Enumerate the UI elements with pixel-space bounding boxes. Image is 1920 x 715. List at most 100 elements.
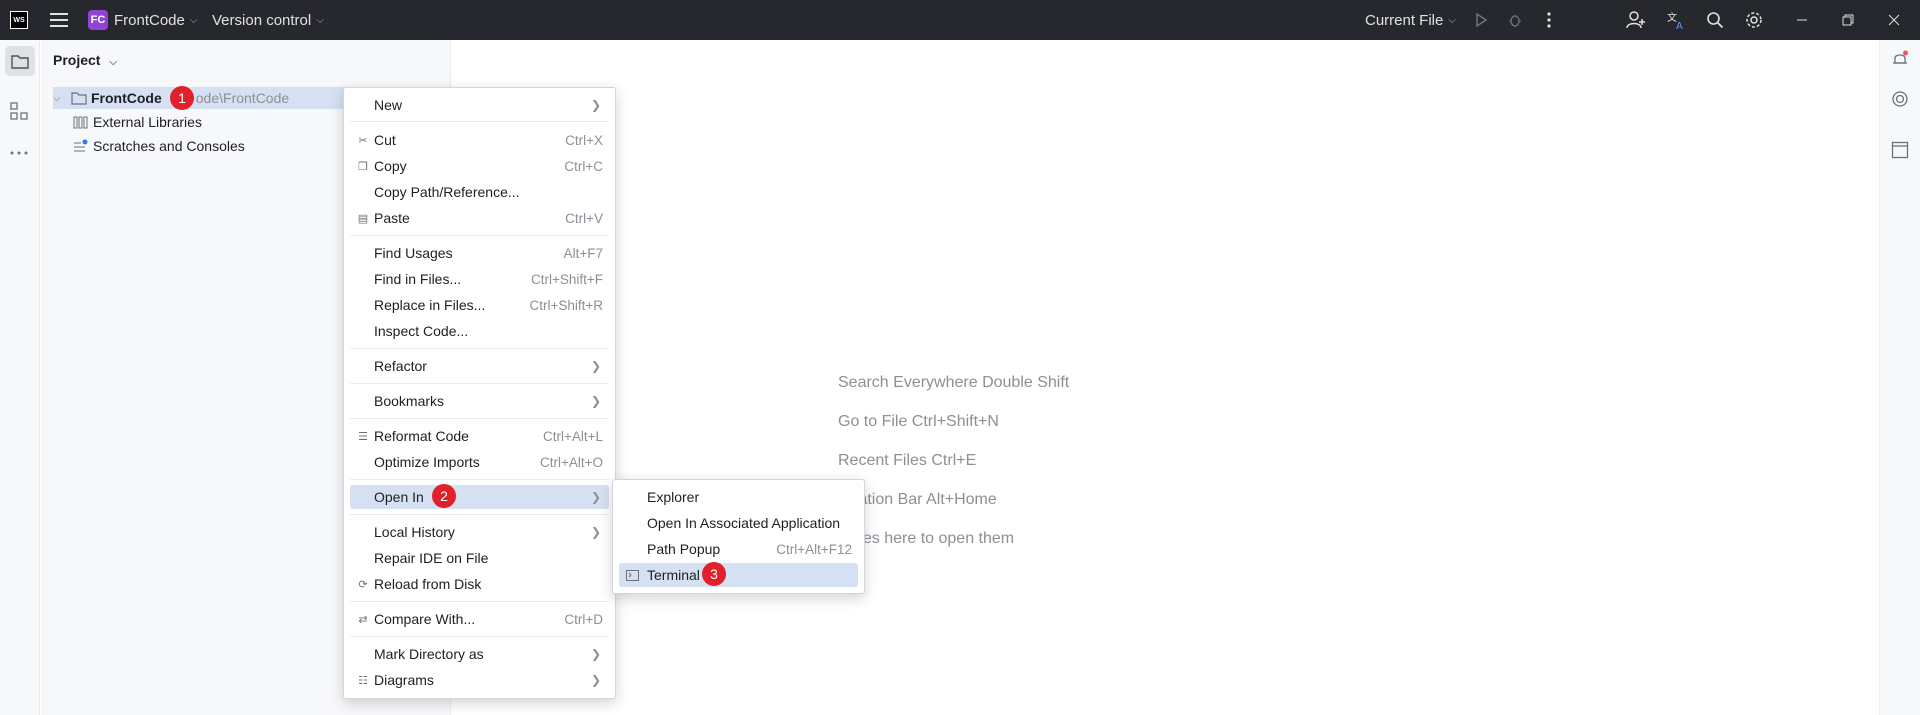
menu-item-reload-from-disk[interactable]: ⟳ Reload from Disk: [350, 572, 609, 596]
debug-button[interactable]: [1503, 8, 1527, 32]
menu-item-copy[interactable]: ❐ Copy Ctrl+C: [350, 154, 609, 178]
main-menu-button[interactable]: [50, 0, 68, 40]
reload-icon: ⟳: [358, 578, 368, 591]
menu-item-find-in-files[interactable]: Find in Files... Ctrl+Shift+F: [350, 267, 609, 291]
menu-item-label: Optimize Imports: [374, 454, 480, 470]
project-switcher[interactable]: FrontCode ⌵: [114, 0, 197, 40]
chevron-down-icon: ⌵: [189, 14, 198, 26]
menu-item-cut[interactable]: ✂ Cut Ctrl+X: [350, 128, 609, 152]
menu-item-label: Compare With...: [374, 611, 476, 627]
menu-item-label: Cut: [374, 132, 396, 148]
menu-item-open-in[interactable]: Open In ❯: [350, 485, 609, 509]
run-config-label: Current File: [1365, 11, 1444, 29]
translate-button[interactable]: 文A: [1664, 8, 1688, 32]
notifications-button[interactable]: [1891, 50, 1909, 71]
hamburger-icon: [50, 13, 68, 27]
menu-item-mark-directory[interactable]: Mark Directory as ❯: [350, 642, 609, 666]
code-with-me-button[interactable]: [1624, 8, 1648, 32]
menu-separator: [350, 479, 609, 480]
menu-separator: [350, 348, 609, 349]
chevron-down-icon: ⌵: [53, 92, 61, 104]
more-actions-button[interactable]: [1537, 8, 1561, 32]
menu-item-paste[interactable]: ▤ Paste Ctrl+V: [350, 206, 609, 230]
chevron-down-icon: ⌵: [1448, 14, 1456, 26]
menu-item-label: Refactor: [374, 358, 427, 374]
menu-separator: [350, 383, 609, 384]
tree-item-external-libraries[interactable]: External Libraries: [73, 111, 202, 133]
chevron-right-icon: ❯: [590, 490, 601, 504]
submenu-item-associated-app[interactable]: Open In Associated Application: [619, 511, 858, 535]
ai-assistant-button[interactable]: [1891, 90, 1909, 111]
menu-item-label: Path Popup: [647, 541, 721, 557]
chevron-right-icon: ❯: [590, 98, 601, 112]
menu-item-optimize-imports[interactable]: Optimize Imports Ctrl+Alt+O: [350, 450, 609, 474]
structure-tool-button[interactable]: [10, 102, 28, 123]
minimize-icon: [1797, 19, 1807, 21]
chevron-right-icon: ❯: [590, 394, 601, 408]
close-button[interactable]: [1882, 8, 1906, 32]
menu-item-new[interactable]: New ❯: [350, 93, 609, 117]
settings-button[interactable]: [1742, 8, 1766, 32]
menu-item-inspect-code[interactable]: Inspect Code...: [350, 319, 609, 343]
submenu-item-terminal[interactable]: Terminal: [619, 563, 858, 587]
menu-item-find-usages[interactable]: Find Usages Alt+F7: [350, 241, 609, 265]
menu-item-shortcut: Ctrl+Shift+F: [530, 271, 603, 287]
menu-item-shortcut: Ctrl+Alt+O: [539, 454, 603, 470]
submenu-item-explorer[interactable]: Explorer: [619, 485, 858, 509]
menu-item-compare-with[interactable]: ⇄ Compare With... Ctrl+D: [350, 607, 609, 631]
project-badge: FC: [88, 10, 108, 30]
chevron-down-icon: ⌵: [109, 57, 117, 68]
tree-item-frontcode[interactable]: ⌵ FrontCode ode\FrontCode: [53, 87, 353, 109]
vcs-widget[interactable]: Version control ⌵: [212, 0, 324, 40]
menu-item-label: Open In: [374, 489, 424, 505]
compare-icon: ⇄: [358, 613, 368, 626]
vcs-label: Version control: [212, 11, 312, 29]
menu-item-local-history[interactable]: Local History ❯: [350, 520, 609, 544]
folder-icon: [11, 54, 29, 69]
scratches-icon: [74, 139, 88, 152]
spiral-icon: [1892, 91, 1908, 107]
menu-item-shortcut: Ctrl+D: [564, 611, 603, 627]
menu-item-shortcut: Ctrl+X: [565, 132, 603, 148]
svg-text:A: A: [1676, 21, 1683, 30]
step-badge-2: 2: [432, 484, 456, 508]
search-everywhere-button[interactable]: [1703, 8, 1727, 32]
package-icon: [1891, 141, 1909, 159]
menu-item-label: Reformat Code: [374, 428, 469, 444]
play-icon: [1476, 13, 1488, 27]
chevron-down-icon: ⌵: [316, 14, 324, 26]
menu-separator: [350, 235, 609, 236]
title-bar: WS FC FrontCode ⌵ Version control ⌵ Curren…: [0, 0, 1920, 40]
restore-button[interactable]: [1836, 8, 1860, 32]
restore-icon: [1842, 14, 1854, 26]
run-button[interactable]: [1469, 8, 1493, 32]
menu-item-shortcut: Ctrl+Shift+R: [529, 297, 603, 313]
menu-item-diagrams[interactable]: ☷ Diagrams ❯: [350, 668, 609, 692]
menu-item-reformat-code[interactable]: ☰ Reformat Code Ctrl+Alt+L: [350, 424, 609, 448]
reformat-icon: ☰: [358, 430, 368, 443]
menu-item-label: Explorer: [647, 489, 700, 505]
run-config-selector[interactable]: Current File ⌵: [1365, 0, 1456, 40]
menu-separator: [350, 636, 609, 637]
menu-item-label: Copy Path/Reference...: [374, 184, 520, 200]
menu-item-bookmarks[interactable]: Bookmarks ❯: [350, 389, 609, 413]
tree-item-label: External Libraries: [93, 114, 202, 130]
npm-tool-button[interactable]: [1891, 141, 1909, 162]
menu-item-label: Local History: [374, 524, 455, 540]
tree-item-scratches[interactable]: Scratches and Consoles: [73, 135, 245, 157]
menu-separator: [350, 418, 609, 419]
hint-search-everywhere: Search Everywhere Double Shift: [838, 374, 1070, 391]
minimize-button[interactable]: [1790, 8, 1814, 32]
more-tools-button[interactable]: [10, 142, 28, 158]
menu-item-repair-ide[interactable]: Repair IDE on File: [350, 546, 609, 570]
more-horizontal-icon: [10, 151, 28, 155]
project-panel-header[interactable]: Project ⌵: [53, 52, 117, 68]
submenu-item-path-popup[interactable]: Path Popup Ctrl+Alt+F12: [619, 537, 858, 561]
gear-icon: [1746, 12, 1762, 28]
project-tool-button[interactable]: [5, 46, 35, 76]
menu-separator: [350, 514, 609, 515]
menu-item-label: Terminal: [647, 567, 700, 583]
menu-item-refactor[interactable]: Refactor ❯: [350, 354, 609, 378]
menu-item-replace-in-files[interactable]: Replace in Files... Ctrl+Shift+R: [350, 293, 609, 317]
menu-item-copy-path[interactable]: Copy Path/Reference...: [350, 180, 609, 204]
